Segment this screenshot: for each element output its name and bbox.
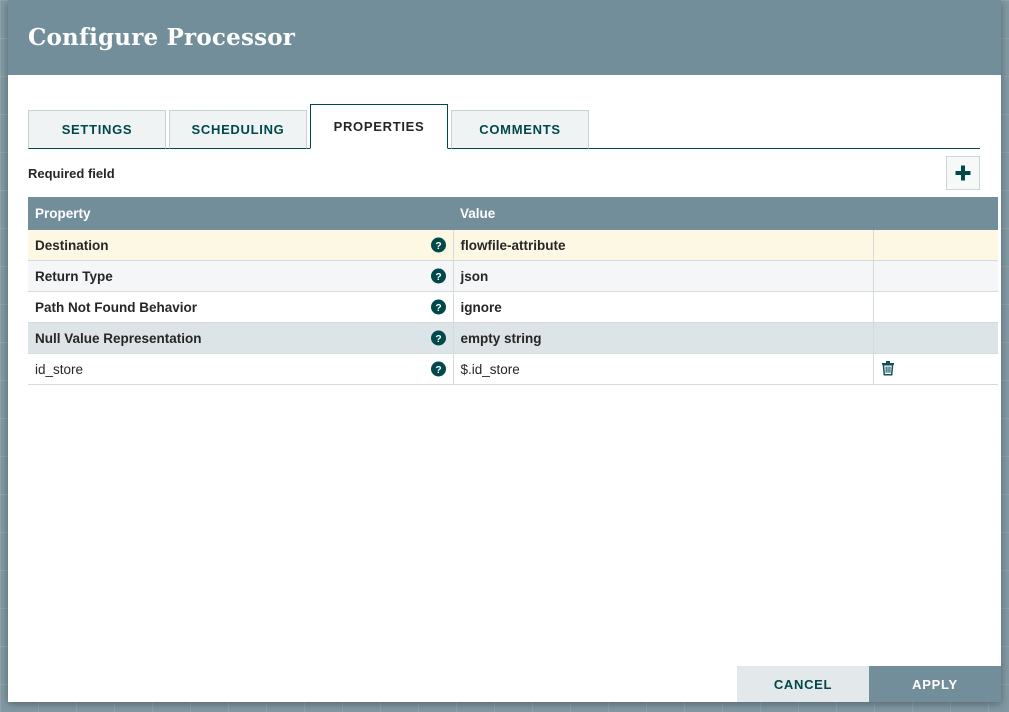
column-header-value: Value <box>453 197 873 230</box>
tab-list: SETTINGS SCHEDULING PROPERTIES COMMENTS <box>28 103 1001 149</box>
tab-comments[interactable]: COMMENTS <box>451 110 589 149</box>
help-circle-icon[interactable]: ? <box>430 330 446 346</box>
property-name-text: Destination <box>35 237 109 253</box>
table-header-row: Property Value <box>28 197 998 230</box>
dialog-header: Configure Processor <box>8 0 1001 75</box>
add-property-button[interactable] <box>946 156 980 190</box>
property-actions-cell <box>873 322 998 354</box>
property-name-text: Path Not Found Behavior <box>35 299 197 315</box>
property-name-cell[interactable]: Null Value Representation ? <box>28 322 454 354</box>
property-value-text: empty string <box>460 330 542 346</box>
plus-icon <box>954 164 972 182</box>
trash-icon[interactable] <box>881 360 895 376</box>
dialog-footer: CANCEL APPLY <box>8 666 1001 702</box>
apply-button-label: APPLY <box>912 676 958 692</box>
svg-text:?: ? <box>435 241 441 252</box>
table-row[interactable]: id_store ? $.id_store <box>28 353 998 385</box>
property-table-container: Property Value Destination ? flowfile-at… <box>8 197 1001 385</box>
dialog-title: Configure Processor <box>28 24 296 51</box>
help-circle-icon[interactable]: ? <box>430 237 446 253</box>
column-header-actions <box>873 197 998 230</box>
tab-settings[interactable]: SETTINGS <box>28 110 166 149</box>
property-actions-cell <box>873 260 998 292</box>
property-value-text: $.id_store <box>460 361 520 377</box>
column-header-property: Property <box>28 197 453 230</box>
svg-text:?: ? <box>435 272 441 283</box>
properties-toolbar: Required field <box>8 149 1001 197</box>
help-circle-icon[interactable]: ? <box>430 361 446 377</box>
svg-text:?: ? <box>435 334 441 345</box>
property-table: Property Value Destination ? flowfile-at… <box>28 197 998 385</box>
property-actions-cell <box>873 230 998 261</box>
required-field-label: Required field <box>28 165 115 181</box>
property-name-cell[interactable]: Destination ? <box>28 230 454 261</box>
help-circle-icon[interactable]: ? <box>430 299 446 315</box>
cancel-button-label: CANCEL <box>773 676 833 692</box>
tab-properties[interactable]: PROPERTIES <box>310 104 448 149</box>
property-name-cell[interactable]: Path Not Found Behavior ? <box>28 291 454 323</box>
property-name-cell[interactable]: Return Type ? <box>28 260 454 292</box>
tab-comments-label: COMMENTS <box>479 122 561 137</box>
table-row[interactable]: Path Not Found Behavior ? ignore <box>28 291 998 323</box>
svg-text:?: ? <box>435 365 441 376</box>
property-value-cell[interactable]: flowfile-attribute <box>453 230 874 261</box>
table-body: Destination ? flowfile-attribute Return … <box>28 230 998 385</box>
tab-scheduling-label: SCHEDULING <box>191 122 285 137</box>
property-value-cell[interactable]: json <box>453 260 874 292</box>
property-name-text: Null Value Representation <box>35 330 202 346</box>
table-row[interactable]: Return Type ? json <box>28 260 998 292</box>
tab-properties-label: PROPERTIES <box>333 119 425 134</box>
tab-bar: SETTINGS SCHEDULING PROPERTIES COMMENTS <box>8 103 1001 149</box>
tab-settings-label: SETTINGS <box>61 122 133 137</box>
apply-button[interactable]: APPLY <box>869 666 1001 702</box>
table-row[interactable]: Destination ? flowfile-attribute <box>28 230 998 261</box>
help-circle-icon[interactable]: ? <box>430 268 446 284</box>
property-value-text: flowfile-attribute <box>460 237 566 253</box>
property-value-cell[interactable]: empty string <box>453 322 874 354</box>
svg-text:?: ? <box>435 303 441 314</box>
property-name-text: id_store <box>35 361 84 377</box>
tab-scheduling[interactable]: SCHEDULING <box>169 110 307 149</box>
property-value-text: json <box>460 268 489 284</box>
property-actions-cell <box>873 291 998 323</box>
property-value-text: ignore <box>460 299 502 315</box>
cancel-button[interactable]: CANCEL <box>737 666 869 702</box>
property-value-cell[interactable]: ignore <box>453 291 874 323</box>
property-name-cell[interactable]: id_store ? <box>28 353 454 385</box>
property-actions-cell <box>873 353 998 385</box>
table-row[interactable]: Null Value Representation ? empty string <box>28 322 998 354</box>
property-name-text: Return Type <box>35 268 113 284</box>
property-value-cell[interactable]: $.id_store <box>453 353 874 385</box>
configure-processor-dialog: Configure Processor SETTINGS SCHEDULING … <box>8 0 1001 702</box>
